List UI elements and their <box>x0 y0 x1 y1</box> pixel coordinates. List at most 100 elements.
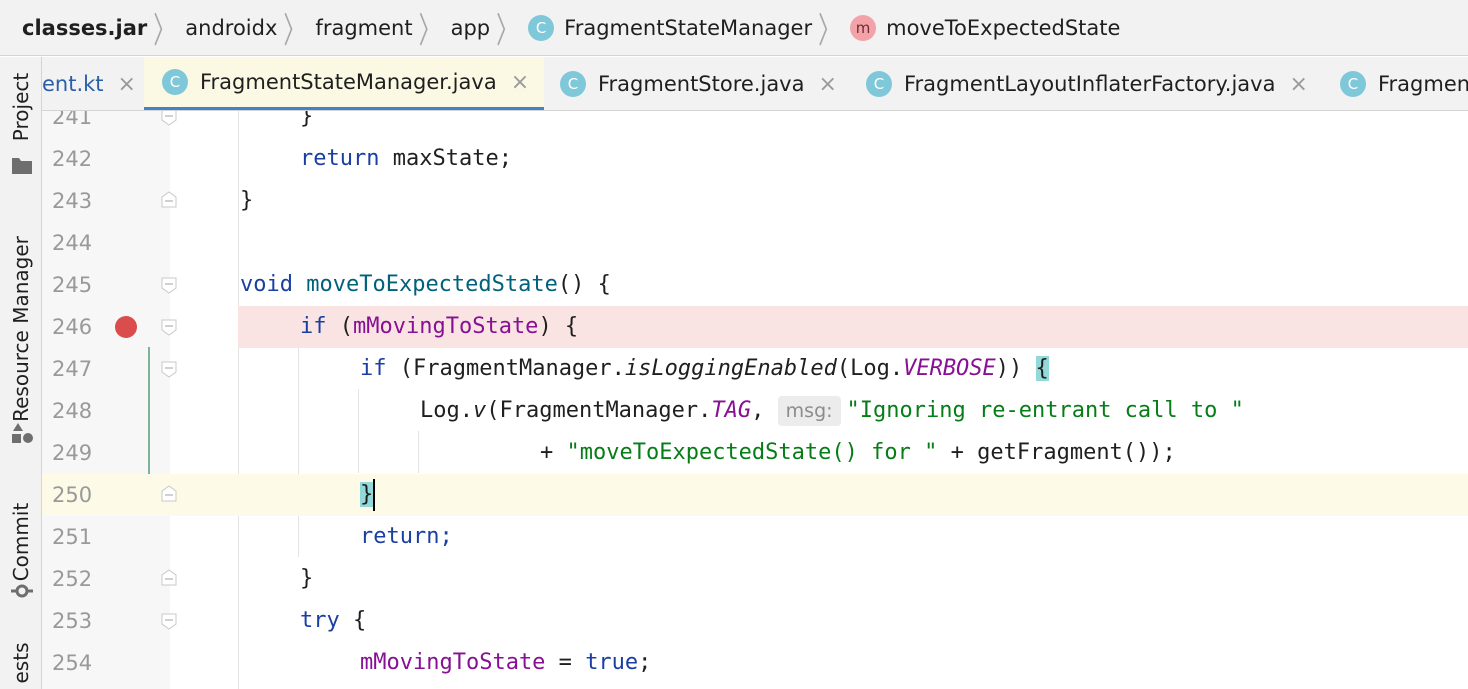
fold-start-icon[interactable] <box>160 318 178 336</box>
chevron-right-icon: 〉 <box>153 11 176 52</box>
code-text: } <box>300 111 314 129</box>
code-line-246[interactable]: 246 if (mMovingToState) { <box>42 306 1468 348</box>
tool-tests[interactable]: ests <box>0 637 41 689</box>
code-text: if (FragmentManager.isLoggingEnabled(Log… <box>360 356 1049 381</box>
tab-fragmentstatemanager-java[interactable]: C FragmentStateManager.java × <box>144 57 544 110</box>
fold-end-icon[interactable] <box>160 569 178 587</box>
code-text: } <box>360 474 376 516</box>
folder-icon <box>12 158 32 174</box>
commit-icon <box>11 584 33 598</box>
fold-end-icon[interactable] <box>160 191 178 209</box>
fold-start-icon[interactable] <box>160 360 178 378</box>
close-icon[interactable]: × <box>1289 72 1307 97</box>
tab-label: Fragmen <box>1378 72 1468 96</box>
code-line-241[interactable]: 241 } <box>42 111 1468 138</box>
line-number: 244 <box>52 231 93 255</box>
line-number: 241 <box>52 111 93 129</box>
chevron-right-icon: 〉 <box>496 11 519 52</box>
code-line-252[interactable]: 252 } <box>42 558 1468 600</box>
code-text: return maxState; <box>300 146 512 171</box>
shapes-icon <box>12 423 33 443</box>
class-icon: C <box>866 71 892 97</box>
code-text: Log.v(FragmentManager.TAG, msg: "Ignoring… <box>420 390 1244 432</box>
line-number: 247 <box>52 357 93 381</box>
line-number: 254 <box>52 651 93 675</box>
tab-label: FragmentLayoutInflaterFactory.java <box>904 72 1276 96</box>
chevron-right-icon: 〉 <box>418 11 441 52</box>
line-number: 245 <box>52 273 93 297</box>
class-icon: C <box>560 71 586 97</box>
breadcrumb-item-label: moveToExpectedState <box>886 15 1121 40</box>
tool-commit-label: Commit <box>9 502 33 582</box>
chevron-right-icon: 〉 <box>283 11 306 52</box>
class-icon: C <box>1340 71 1366 97</box>
code-line-244[interactable]: 244 <box>42 222 1468 264</box>
class-icon: C <box>162 69 188 95</box>
code-line-247[interactable]: 247 if (FragmentManager.isLoggingEnabled… <box>42 348 1468 390</box>
line-number: 252 <box>52 567 93 591</box>
tool-window-strip: Project Resource Manager Commit ests <box>0 57 42 689</box>
breadcrumb-item-app[interactable]: app <box>451 16 491 40</box>
tab-label: FragmentStateManager.java <box>200 70 497 94</box>
tab-ent-kt[interactable]: ent.kt × <box>42 57 144 110</box>
tab-fragment-partial[interactable]: C Fragmen <box>1340 57 1468 110</box>
tool-resource-manager[interactable]: Resource Manager <box>0 217 41 457</box>
close-icon[interactable]: × <box>818 72 836 97</box>
editor-tab-bar: ent.kt × C FragmentStateManager.java × C… <box>42 57 1468 111</box>
line-number: 248 <box>52 399 93 423</box>
code-line-245[interactable]: 245 void moveToExpectedState() { <box>42 264 1468 306</box>
code-text: try { <box>300 608 367 633</box>
close-icon[interactable]: × <box>118 72 136 97</box>
code-line-254[interactable]: 254 mMovingToState = true; <box>42 642 1468 684</box>
line-number: 246 <box>52 315 93 339</box>
text-cursor <box>373 479 376 511</box>
code-line-253[interactable]: 253 try { <box>42 600 1468 642</box>
code-line-248[interactable]: 248 Log.v(FragmentManager.TAG, msg: "Igno… <box>42 390 1468 432</box>
tool-project-label: Project <box>9 72 33 142</box>
breadcrumb-item-classes-jar[interactable]: classes.jar <box>22 16 147 40</box>
tab-label: FragmentStore.java <box>598 72 805 96</box>
code-text: if (mMovingToState) { <box>300 314 579 339</box>
code-editor[interactable]: 241 } 242 return maxState; 243 } 244 245… <box>42 111 1468 689</box>
class-icon: C <box>528 14 555 41</box>
code-line-243[interactable]: 243 } <box>42 180 1468 222</box>
code-text: mMovingToState = true; <box>360 650 652 675</box>
tab-fragmentlayoutinflaterfactory-java[interactable]: C FragmentLayoutInflaterFactory.java × <box>866 57 1326 110</box>
tab-label: ent.kt <box>42 72 104 96</box>
breadcrumb: classes.jar 〉 androidx 〉 fragment 〉 app … <box>0 0 1468 56</box>
close-icon[interactable]: × <box>511 70 529 95</box>
breadcrumb-item-androidx[interactable]: androidx <box>185 16 277 40</box>
line-number: 251 <box>52 525 93 549</box>
code-line-251[interactable]: 251 return; <box>42 516 1468 558</box>
code-line-250[interactable]: 250 } <box>42 474 1468 516</box>
line-number: 250 <box>52 483 93 507</box>
breadcrumb-item-fragment[interactable]: fragment <box>315 16 412 40</box>
line-number: 243 <box>52 189 93 213</box>
code-text: + "moveToExpectedState() for " + getFrag… <box>540 440 1176 465</box>
code-text: } <box>240 188 254 213</box>
tool-commit[interactable]: Commit <box>0 487 41 607</box>
code-line-242[interactable]: 242 return maxState; <box>42 138 1468 180</box>
code-line-249[interactable]: 249 + "moveToExpectedState() for " + get… <box>42 432 1468 474</box>
fold-start-icon[interactable] <box>160 276 178 294</box>
fold-end-icon[interactable] <box>160 111 178 126</box>
code-text: } <box>300 566 314 591</box>
breakpoint-icon[interactable] <box>115 316 137 338</box>
code-text: void moveToExpectedState() { <box>240 272 611 297</box>
line-number: 242 <box>52 147 93 171</box>
line-number: 253 <box>52 609 93 633</box>
matched-brace: } <box>360 482 374 507</box>
line-number: 249 <box>52 441 93 465</box>
matched-brace: { <box>1035 356 1049 381</box>
breadcrumb-item-label: FragmentStateManager <box>564 15 813 40</box>
code-text: return; <box>360 524 453 549</box>
method-icon: m <box>850 14 877 41</box>
parameter-hint: msg: <box>777 396 841 426</box>
tab-fragmentstore-java[interactable]: C FragmentStore.java × <box>560 57 860 110</box>
fold-start-icon[interactable] <box>160 612 178 630</box>
breadcrumb-item-fragmentstatemanager[interactable]: C FragmentStateManager <box>528 14 813 41</box>
fold-end-icon[interactable] <box>160 485 178 503</box>
tool-project[interactable]: Project <box>0 57 41 187</box>
breadcrumb-item-movetoexpectedstate[interactable]: m moveToExpectedState <box>850 14 1121 41</box>
chevron-right-icon: 〉 <box>818 11 841 52</box>
